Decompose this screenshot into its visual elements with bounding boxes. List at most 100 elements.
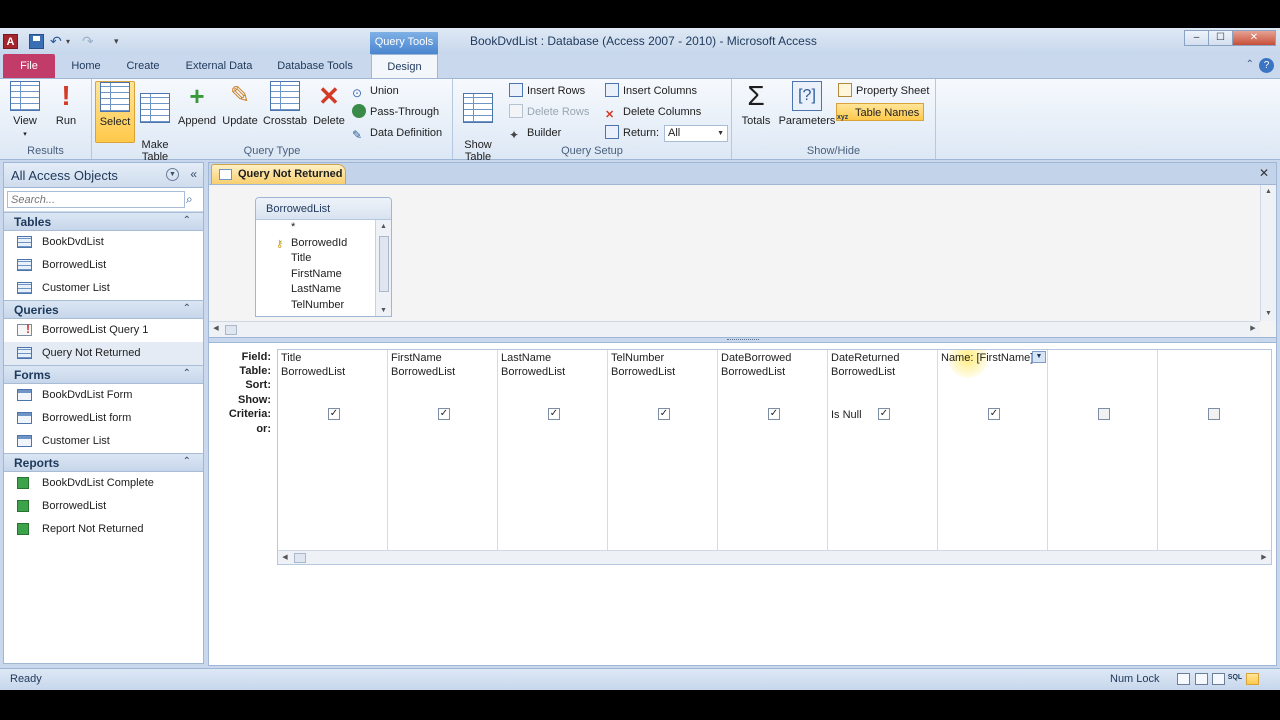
grid-horizontal-scrollbar[interactable]: ◀ ▶ xyxy=(278,550,1271,564)
nav-item-form[interactable]: BorrowedList form xyxy=(4,407,203,430)
undo-dropdown-icon[interactable]: ▾ xyxy=(66,34,81,49)
scroll-left-icon[interactable]: ◀ xyxy=(209,322,223,336)
grid-field-cell[interactable]: Title xyxy=(281,352,301,364)
pivot-view-icon[interactable] xyxy=(1195,673,1208,685)
builder-button[interactable]: ✦ Builder xyxy=(509,124,561,142)
field-list-item[interactable]: Title xyxy=(256,251,391,267)
search-icon[interactable]: ⌕ xyxy=(186,192,200,206)
nav-item-report[interactable]: BorrowedList xyxy=(4,495,203,518)
design-view-icon[interactable] xyxy=(1246,673,1259,685)
grid-column[interactable]: LastName BorrowedList ✓ xyxy=(498,350,608,552)
nav-item-table[interactable]: BookDvdList xyxy=(4,231,203,254)
scroll-right-icon[interactable]: ▶ xyxy=(1246,322,1260,336)
grid-column[interactable]: DateBorrowed BorrowedList ✓ xyxy=(718,350,828,552)
property-sheet-button[interactable]: Property Sheet xyxy=(838,82,929,100)
grid-column[interactable]: DateReturned BorrowedList ✓ Is Null xyxy=(828,350,938,552)
customize-qat-icon[interactable]: ▾ xyxy=(114,34,129,49)
field-list-title[interactable]: BorrowedList xyxy=(256,198,391,220)
nav-section-forms[interactable]: Forms ⌃ xyxy=(4,365,203,384)
grid-field-cell[interactable]: Name: [FirstName] xyxy=(941,352,1033,364)
field-list-borrowedlist[interactable]: BorrowedList * ⚷ BorrowedId Title FirstNa… xyxy=(255,197,392,317)
field-list-item[interactable]: FirstName xyxy=(256,267,391,283)
nav-item-report[interactable]: BookDvdList Complete xyxy=(4,472,203,495)
grid-column[interactable] xyxy=(1158,350,1268,552)
show-checkbox[interactable] xyxy=(1208,408,1220,420)
append-button[interactable]: + Append xyxy=(176,81,218,143)
insert-rows-button[interactable]: Insert Rows xyxy=(509,82,585,100)
field-list-item[interactable]: LastName xyxy=(256,282,391,298)
scroll-up-icon[interactable]: ▲ xyxy=(376,220,391,234)
access-app-icon[interactable]: A xyxy=(3,34,18,49)
grid-table-cell[interactable]: BorrowedList xyxy=(281,366,345,378)
scroll-right-icon[interactable]: ▶ xyxy=(1257,551,1271,564)
scroll-thumb[interactable] xyxy=(225,325,237,335)
field-list-item[interactable]: TelNumber xyxy=(256,298,391,314)
insert-columns-button[interactable]: Insert Columns xyxy=(605,82,697,100)
delete-query-button[interactable]: ✕ Delete xyxy=(310,81,348,143)
grid-table-cell[interactable]: BorrowedList xyxy=(721,366,785,378)
scroll-down-icon[interactable]: ▼ xyxy=(1261,307,1276,321)
scroll-thumb[interactable] xyxy=(294,553,306,563)
grid-field-cell[interactable]: TelNumber xyxy=(611,352,664,364)
show-checkbox[interactable]: ✓ xyxy=(768,408,780,420)
tab-create[interactable]: Create xyxy=(118,54,168,78)
shutter-collapse-icon[interactable]: « xyxy=(190,167,197,181)
show-checkbox[interactable]: ✓ xyxy=(878,408,890,420)
nav-item-table[interactable]: BorrowedList xyxy=(4,254,203,277)
nav-section-tables[interactable]: Tables ⌃ xyxy=(4,212,203,231)
help-icon[interactable]: ? xyxy=(1259,58,1274,73)
field-list-scrollbar[interactable]: ▲ ▼ xyxy=(375,220,391,316)
undo-icon[interactable]: ↶ xyxy=(50,34,65,49)
nav-item-query[interactable]: BorrowedList Query 1 xyxy=(4,319,203,342)
show-checkbox[interactable]: ✓ xyxy=(548,408,560,420)
scroll-left-icon[interactable]: ◀ xyxy=(278,551,292,564)
nav-section-reports[interactable]: Reports ⌃ xyxy=(4,453,203,472)
minimize-button[interactable]: ‒ xyxy=(1184,30,1209,46)
grid-column[interactable]: Title BorrowedList ✓ xyxy=(278,350,388,552)
field-dropdown-arrow-icon[interactable]: ▼ xyxy=(1032,351,1046,363)
close-button[interactable]: ✕ xyxy=(1232,30,1276,46)
nav-item-form[interactable]: Customer List xyxy=(4,430,203,453)
update-button[interactable]: ✎ Update xyxy=(220,81,260,143)
show-checkbox[interactable] xyxy=(1098,408,1110,420)
view-button[interactable]: View ▾ xyxy=(6,81,44,143)
chart-view-icon[interactable] xyxy=(1212,673,1225,685)
close-document-icon[interactable]: ✕ xyxy=(1259,166,1269,180)
grid-column[interactable] xyxy=(1048,350,1158,552)
return-select[interactable]: All ▼ xyxy=(664,125,728,142)
grid-field-cell[interactable]: FirstName xyxy=(391,352,442,364)
field-list-item-key[interactable]: ⚷ BorrowedId xyxy=(256,236,391,252)
nav-item-query[interactable]: Query Not Returned xyxy=(4,342,203,365)
grid-table-cell[interactable]: BorrowedList xyxy=(831,366,895,378)
grid-field-cell[interactable]: LastName xyxy=(501,352,551,364)
grid-table-cell[interactable]: BorrowedList xyxy=(611,366,675,378)
grid-table-cell[interactable]: BorrowedList xyxy=(501,366,565,378)
nav-section-queries[interactable]: Queries ⌃ xyxy=(4,300,203,319)
show-checkbox[interactable]: ✓ xyxy=(658,408,670,420)
tab-database-tools[interactable]: Database Tools xyxy=(268,54,362,78)
datasheet-view-icon[interactable] xyxy=(1177,673,1190,685)
splitter-grip[interactable] xyxy=(727,339,759,341)
tab-external-data[interactable]: External Data xyxy=(178,54,260,78)
nav-search-input[interactable] xyxy=(7,191,185,208)
grid-criteria-cell[interactable]: Is Null xyxy=(831,409,862,421)
totals-button[interactable]: Σ Totals xyxy=(736,81,776,143)
diagram-vertical-scrollbar[interactable]: ▲ ▼ xyxy=(1260,185,1276,321)
tab-design[interactable]: Design xyxy=(371,54,438,78)
nav-menu-dropdown-icon[interactable]: ▼ xyxy=(166,168,179,181)
show-checkbox[interactable]: ✓ xyxy=(988,408,1000,420)
crosstab-button[interactable]: Crosstab xyxy=(262,81,308,143)
union-button[interactable]: ⊙ Union xyxy=(352,82,399,100)
table-names-button[interactable]: xyz Table Names xyxy=(836,103,925,121)
field-list-item[interactable]: * xyxy=(256,220,391,236)
grid-column[interactable]: FirstName BorrowedList ✓ xyxy=(388,350,498,552)
save-icon[interactable] xyxy=(29,34,44,49)
grid-field-cell[interactable]: DateReturned xyxy=(831,352,900,364)
make-table-button[interactable]: Make Table xyxy=(138,81,172,163)
scroll-up-icon[interactable]: ▲ xyxy=(1261,185,1276,199)
nav-header[interactable]: All Access Objects ▼ « xyxy=(4,163,203,188)
nav-item-form[interactable]: BookDvdList Form xyxy=(4,384,203,407)
delete-columns-button[interactable]: ✕ Delete Columns xyxy=(605,103,701,121)
pass-through-button[interactable]: Pass-Through xyxy=(352,103,439,121)
show-checkbox[interactable]: ✓ xyxy=(438,408,450,420)
